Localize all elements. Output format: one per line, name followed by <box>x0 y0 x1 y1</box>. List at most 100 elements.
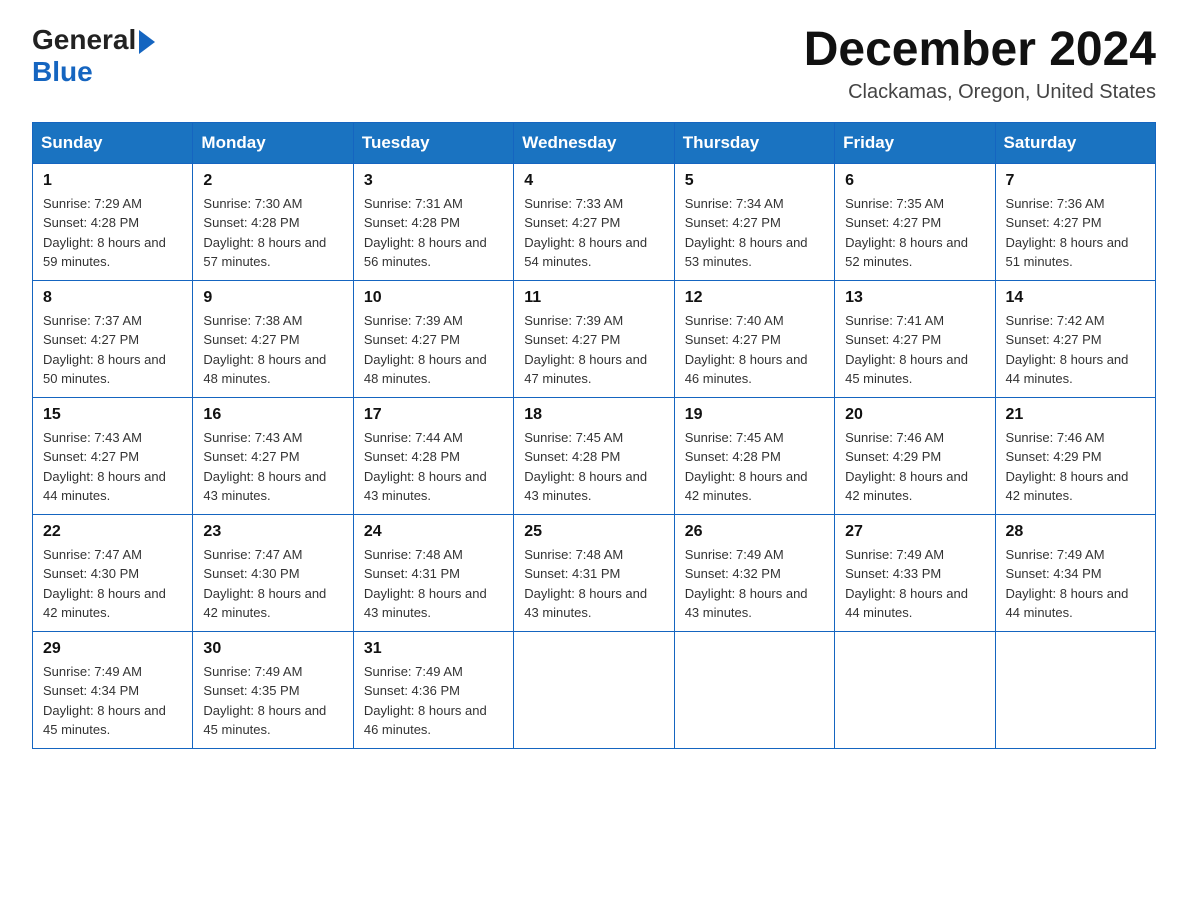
calendar-cell: 30 Sunrise: 7:49 AM Sunset: 4:35 PM Dayl… <box>193 631 353 748</box>
day-number: 10 <box>364 289 503 307</box>
day-number: 21 <box>1006 406 1145 424</box>
day-number: 8 <box>43 289 182 307</box>
calendar-cell: 19 Sunrise: 7:45 AM Sunset: 4:28 PM Dayl… <box>674 397 834 514</box>
calendar-cell: 18 Sunrise: 7:45 AM Sunset: 4:28 PM Dayl… <box>514 397 674 514</box>
calendar-cell: 15 Sunrise: 7:43 AM Sunset: 4:27 PM Dayl… <box>33 397 193 514</box>
day-number: 3 <box>364 172 503 190</box>
calendar-cell: 6 Sunrise: 7:35 AM Sunset: 4:27 PM Dayli… <box>835 163 995 280</box>
day-number: 28 <box>1006 523 1145 541</box>
calendar-cell <box>674 631 834 748</box>
day-info: Sunrise: 7:29 AM Sunset: 4:28 PM Dayligh… <box>43 194 182 272</box>
calendar-week-row: 1 Sunrise: 7:29 AM Sunset: 4:28 PM Dayli… <box>33 163 1156 280</box>
calendar-week-row: 22 Sunrise: 7:47 AM Sunset: 4:30 PM Dayl… <box>33 514 1156 631</box>
calendar-cell: 3 Sunrise: 7:31 AM Sunset: 4:28 PM Dayli… <box>353 163 513 280</box>
day-number: 16 <box>203 406 342 424</box>
calendar-cell: 28 Sunrise: 7:49 AM Sunset: 4:34 PM Dayl… <box>995 514 1155 631</box>
calendar-cell: 2 Sunrise: 7:30 AM Sunset: 4:28 PM Dayli… <box>193 163 353 280</box>
calendar-cell <box>514 631 674 748</box>
day-number: 20 <box>845 406 984 424</box>
day-info: Sunrise: 7:45 AM Sunset: 4:28 PM Dayligh… <box>524 428 663 506</box>
calendar-cell: 22 Sunrise: 7:47 AM Sunset: 4:30 PM Dayl… <box>33 514 193 631</box>
day-info: Sunrise: 7:49 AM Sunset: 4:33 PM Dayligh… <box>845 545 984 623</box>
calendar-cell: 31 Sunrise: 7:49 AM Sunset: 4:36 PM Dayl… <box>353 631 513 748</box>
day-info: Sunrise: 7:43 AM Sunset: 4:27 PM Dayligh… <box>43 428 182 506</box>
day-info: Sunrise: 7:37 AM Sunset: 4:27 PM Dayligh… <box>43 311 182 389</box>
day-info: Sunrise: 7:41 AM Sunset: 4:27 PM Dayligh… <box>845 311 984 389</box>
day-number: 1 <box>43 172 182 190</box>
day-info: Sunrise: 7:35 AM Sunset: 4:27 PM Dayligh… <box>845 194 984 272</box>
day-number: 30 <box>203 640 342 658</box>
calendar-cell: 8 Sunrise: 7:37 AM Sunset: 4:27 PM Dayli… <box>33 280 193 397</box>
calendar-week-row: 29 Sunrise: 7:49 AM Sunset: 4:34 PM Dayl… <box>33 631 1156 748</box>
day-number: 6 <box>845 172 984 190</box>
weekday-header-row: SundayMondayTuesdayWednesdayThursdayFrid… <box>33 122 1156 163</box>
day-number: 9 <box>203 289 342 307</box>
day-number: 2 <box>203 172 342 190</box>
calendar-table: SundayMondayTuesdayWednesdayThursdayFrid… <box>32 122 1156 749</box>
day-info: Sunrise: 7:49 AM Sunset: 4:34 PM Dayligh… <box>1006 545 1145 623</box>
day-info: Sunrise: 7:39 AM Sunset: 4:27 PM Dayligh… <box>364 311 503 389</box>
day-info: Sunrise: 7:44 AM Sunset: 4:28 PM Dayligh… <box>364 428 503 506</box>
calendar-cell: 24 Sunrise: 7:48 AM Sunset: 4:31 PM Dayl… <box>353 514 513 631</box>
location-title: Clackamas, Oregon, United States <box>804 81 1156 104</box>
calendar-cell: 7 Sunrise: 7:36 AM Sunset: 4:27 PM Dayli… <box>995 163 1155 280</box>
day-info: Sunrise: 7:46 AM Sunset: 4:29 PM Dayligh… <box>1006 428 1145 506</box>
day-info: Sunrise: 7:30 AM Sunset: 4:28 PM Dayligh… <box>203 194 342 272</box>
day-info: Sunrise: 7:48 AM Sunset: 4:31 PM Dayligh… <box>524 545 663 623</box>
day-number: 17 <box>364 406 503 424</box>
day-number: 12 <box>685 289 824 307</box>
day-number: 22 <box>43 523 182 541</box>
title-block: December 2024 Clackamas, Oregon, United … <box>804 24 1156 104</box>
weekday-header-monday: Monday <box>193 122 353 163</box>
day-number: 24 <box>364 523 503 541</box>
calendar-cell: 9 Sunrise: 7:38 AM Sunset: 4:27 PM Dayli… <box>193 280 353 397</box>
day-number: 4 <box>524 172 663 190</box>
calendar-cell: 29 Sunrise: 7:49 AM Sunset: 4:34 PM Dayl… <box>33 631 193 748</box>
calendar-cell: 12 Sunrise: 7:40 AM Sunset: 4:27 PM Dayl… <box>674 280 834 397</box>
calendar-cell: 25 Sunrise: 7:48 AM Sunset: 4:31 PM Dayl… <box>514 514 674 631</box>
day-info: Sunrise: 7:47 AM Sunset: 4:30 PM Dayligh… <box>203 545 342 623</box>
day-number: 5 <box>685 172 824 190</box>
day-info: Sunrise: 7:46 AM Sunset: 4:29 PM Dayligh… <box>845 428 984 506</box>
day-info: Sunrise: 7:34 AM Sunset: 4:27 PM Dayligh… <box>685 194 824 272</box>
calendar-cell: 21 Sunrise: 7:46 AM Sunset: 4:29 PM Dayl… <box>995 397 1155 514</box>
calendar-cell <box>835 631 995 748</box>
weekday-header-tuesday: Tuesday <box>353 122 513 163</box>
logo-general-text: General <box>32 24 136 56</box>
day-number: 23 <box>203 523 342 541</box>
day-number: 18 <box>524 406 663 424</box>
day-info: Sunrise: 7:47 AM Sunset: 4:30 PM Dayligh… <box>43 545 182 623</box>
calendar-cell: 26 Sunrise: 7:49 AM Sunset: 4:32 PM Dayl… <box>674 514 834 631</box>
day-info: Sunrise: 7:36 AM Sunset: 4:27 PM Dayligh… <box>1006 194 1145 272</box>
day-number: 25 <box>524 523 663 541</box>
month-title: December 2024 <box>804 24 1156 77</box>
day-number: 31 <box>364 640 503 658</box>
day-info: Sunrise: 7:39 AM Sunset: 4:27 PM Dayligh… <box>524 311 663 389</box>
calendar-cell: 4 Sunrise: 7:33 AM Sunset: 4:27 PM Dayli… <box>514 163 674 280</box>
weekday-header-thursday: Thursday <box>674 122 834 163</box>
calendar-cell: 14 Sunrise: 7:42 AM Sunset: 4:27 PM Dayl… <box>995 280 1155 397</box>
day-info: Sunrise: 7:49 AM Sunset: 4:36 PM Dayligh… <box>364 662 503 740</box>
logo-blue-text: Blue <box>32 56 93 87</box>
weekday-header-wednesday: Wednesday <box>514 122 674 163</box>
calendar-cell: 16 Sunrise: 7:43 AM Sunset: 4:27 PM Dayl… <box>193 397 353 514</box>
day-number: 11 <box>524 289 663 307</box>
day-info: Sunrise: 7:49 AM Sunset: 4:35 PM Dayligh… <box>203 662 342 740</box>
day-number: 13 <box>845 289 984 307</box>
calendar-week-row: 15 Sunrise: 7:43 AM Sunset: 4:27 PM Dayl… <box>33 397 1156 514</box>
day-number: 26 <box>685 523 824 541</box>
logo-arrow-icon <box>139 30 155 54</box>
calendar-cell <box>995 631 1155 748</box>
day-info: Sunrise: 7:40 AM Sunset: 4:27 PM Dayligh… <box>685 311 824 389</box>
day-info: Sunrise: 7:48 AM Sunset: 4:31 PM Dayligh… <box>364 545 503 623</box>
page-header: General Blue December 2024 Clackamas, Or… <box>32 24 1156 104</box>
day-number: 14 <box>1006 289 1145 307</box>
weekday-header-saturday: Saturday <box>995 122 1155 163</box>
day-info: Sunrise: 7:49 AM Sunset: 4:32 PM Dayligh… <box>685 545 824 623</box>
weekday-header-friday: Friday <box>835 122 995 163</box>
calendar-cell: 27 Sunrise: 7:49 AM Sunset: 4:33 PM Dayl… <box>835 514 995 631</box>
day-info: Sunrise: 7:33 AM Sunset: 4:27 PM Dayligh… <box>524 194 663 272</box>
day-number: 19 <box>685 406 824 424</box>
calendar-cell: 17 Sunrise: 7:44 AM Sunset: 4:28 PM Dayl… <box>353 397 513 514</box>
calendar-cell: 13 Sunrise: 7:41 AM Sunset: 4:27 PM Dayl… <box>835 280 995 397</box>
